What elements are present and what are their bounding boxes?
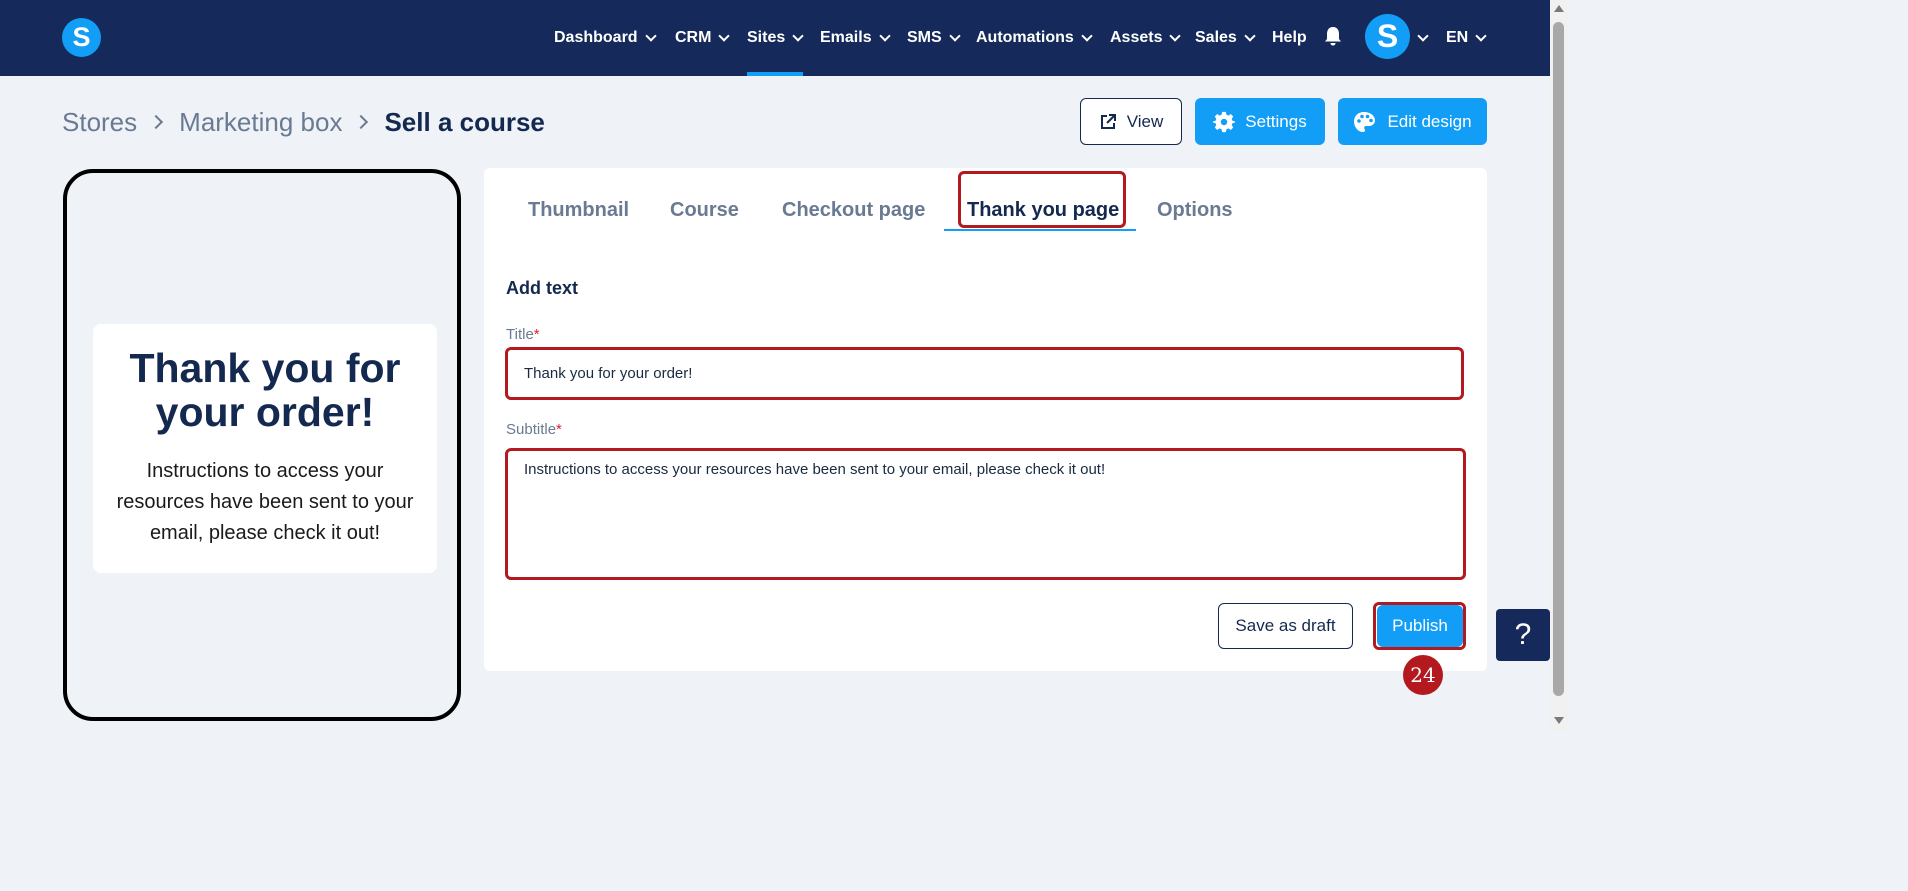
chevron-down-icon[interactable] bbox=[1417, 30, 1429, 42]
nav-emails[interactable]: Emails bbox=[820, 0, 891, 76]
language-selector[interactable]: EN bbox=[1446, 0, 1487, 76]
active-tab-indicator bbox=[944, 229, 1136, 231]
section-heading: Add text bbox=[506, 278, 578, 298]
breadcrumb-marketing-box[interactable]: Marketing box bbox=[179, 107, 342, 138]
gear-icon bbox=[1213, 111, 1236, 133]
tab-options[interactable]: Options bbox=[1157, 190, 1233, 230]
content-panel: Thumbnail Course Checkout page Thank you… bbox=[484, 168, 1487, 671]
chevron-down-icon bbox=[1169, 29, 1182, 42]
chevron-down-icon bbox=[878, 29, 891, 42]
title-input-highlight bbox=[505, 347, 1464, 400]
scrollbar-thumb[interactable] bbox=[1553, 22, 1564, 696]
nav-help[interactable]: Help bbox=[1272, 0, 1307, 76]
chevron-right-icon bbox=[354, 114, 369, 130]
top-navigation: S Dashboard CRM Sites Emails SMS Automat… bbox=[0, 0, 1550, 76]
chevron-down-icon bbox=[1475, 29, 1487, 42]
nav-dashboard[interactable]: Dashboard bbox=[554, 0, 657, 76]
preview-subtitle: Instructions to access your resources ha… bbox=[116, 460, 414, 544]
subtitle-label: Subtitle* bbox=[506, 421, 562, 438]
user-avatar[interactable]: S bbox=[1365, 14, 1410, 59]
chevron-down-icon bbox=[792, 29, 804, 42]
nav-sales[interactable]: Sales bbox=[1195, 0, 1256, 76]
chevron-down-icon bbox=[1244, 29, 1256, 42]
chevron-right-icon bbox=[149, 114, 164, 130]
scroll-down-icon[interactable] bbox=[1554, 717, 1564, 724]
tab-highlight bbox=[958, 171, 1126, 228]
breadcrumb-stores[interactable]: Stores bbox=[62, 107, 137, 138]
tab-checkout-page[interactable]: Checkout page bbox=[782, 190, 925, 230]
breadcrumb: Stores Marketing box Sell a course bbox=[62, 104, 545, 140]
help-button[interactable]: ? bbox=[1496, 609, 1550, 661]
publish-highlight bbox=[1373, 602, 1466, 650]
tab-course[interactable]: Course bbox=[670, 190, 739, 230]
scroll-up-icon[interactable] bbox=[1554, 5, 1564, 12]
external-link-icon bbox=[1099, 113, 1117, 131]
nav-automations[interactable]: Automations bbox=[976, 0, 1093, 76]
title-label: Title* bbox=[506, 326, 540, 343]
nav-assets[interactable]: Assets bbox=[1110, 0, 1182, 76]
mobile-preview: Thank you for your order! Instructions t… bbox=[63, 169, 461, 721]
step-badge: 24 bbox=[1403, 655, 1443, 695]
chevron-down-icon bbox=[1081, 29, 1093, 42]
nav-crm[interactable]: CRM bbox=[675, 0, 731, 76]
tab-thumbnail[interactable]: Thumbnail bbox=[528, 190, 629, 230]
chevron-down-icon bbox=[718, 29, 731, 42]
nav-sms[interactable]: SMS bbox=[907, 0, 961, 76]
preview-card: Thank you for your order! Instructions t… bbox=[93, 324, 437, 573]
bell-icon[interactable] bbox=[1324, 26, 1342, 46]
page-title: Sell a course bbox=[384, 106, 545, 137]
chevron-down-icon bbox=[949, 29, 961, 42]
nav-active-indicator bbox=[747, 72, 803, 76]
edit-design-button[interactable]: Edit design bbox=[1338, 98, 1487, 145]
palette-icon bbox=[1353, 111, 1377, 133]
save-draft-button[interactable]: Save as draft bbox=[1218, 603, 1353, 649]
preview-title: Thank you for your order! bbox=[129, 345, 401, 435]
subtitle-input-highlight bbox=[505, 448, 1466, 580]
nav-sites[interactable]: Sites bbox=[747, 0, 804, 76]
chevron-down-icon bbox=[644, 29, 657, 42]
app-logo[interactable]: S bbox=[62, 18, 101, 57]
settings-button[interactable]: Settings bbox=[1195, 98, 1325, 145]
view-button[interactable]: View bbox=[1080, 98, 1182, 145]
